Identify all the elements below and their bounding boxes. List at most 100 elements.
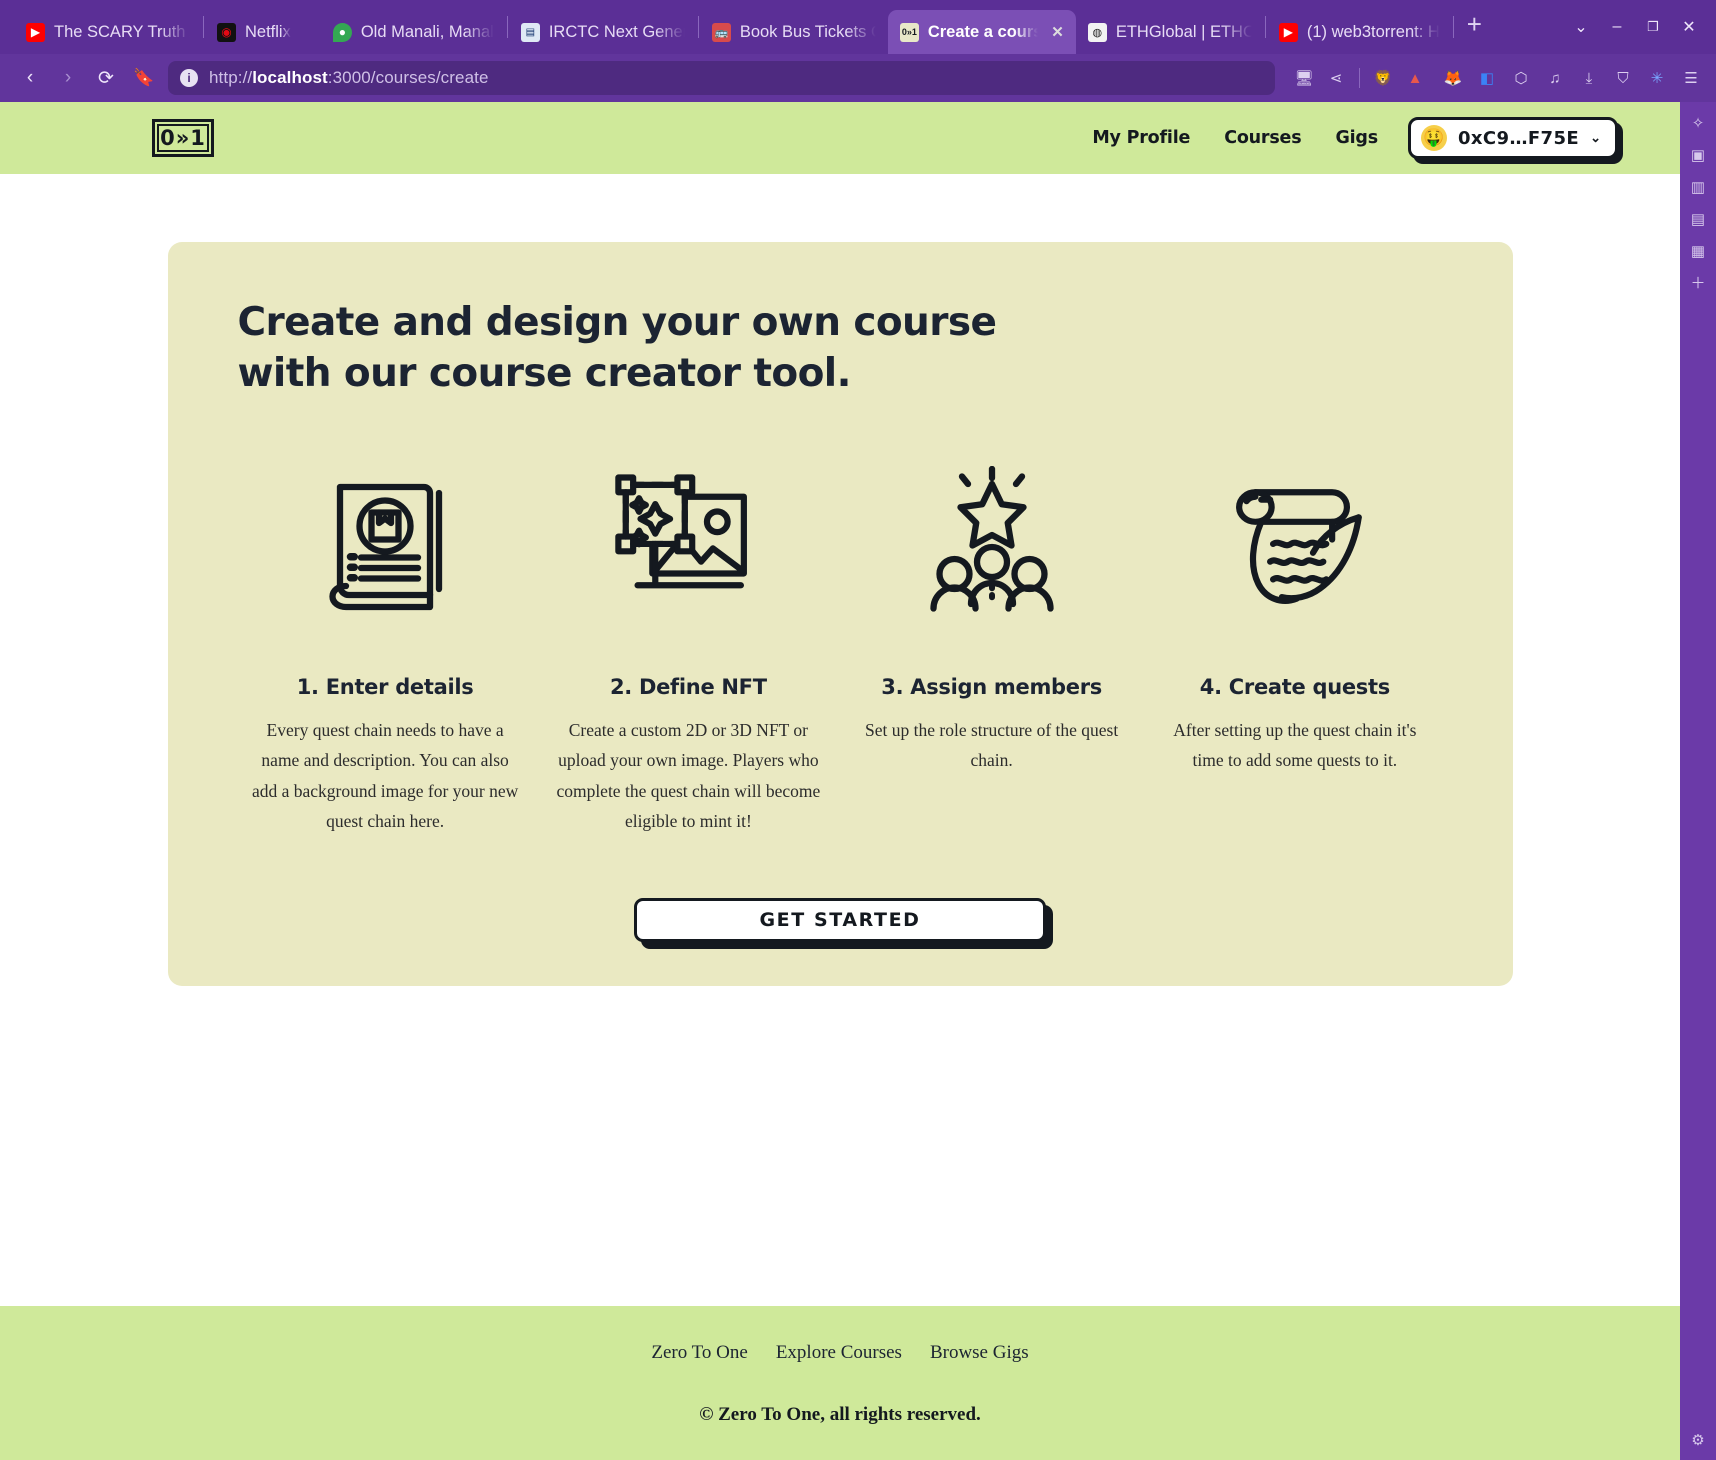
footer-link-explore-courses[interactable]: Explore Courses — [776, 1342, 902, 1364]
page-title-line2: with our course creator tool. — [237, 350, 852, 396]
tab-title: Book Bus Tickets O — [739, 22, 876, 41]
share-icon[interactable]: ⋖ — [1323, 65, 1349, 91]
back-button[interactable]: ‹ — [16, 64, 44, 92]
new-tab-button[interactable]: + — [1455, 11, 1494, 43]
keplr-icon[interactable]: ◧ — [1474, 65, 1500, 91]
browser-tab-active[interactable]: 0»1 Create a course ✕ — [887, 10, 1076, 54]
footer-link-zero-to-one[interactable]: Zero To One — [651, 1342, 747, 1364]
netflix-icon: ◉ — [217, 22, 236, 42]
settings-gear-icon[interactable]: ⚙ — [1691, 1433, 1704, 1448]
cast-icon[interactable]: 🖥 — [1291, 65, 1317, 91]
tab-title: Old Manali, Manal — [360, 22, 494, 41]
nav-link-courses[interactable]: Courses — [1224, 128, 1301, 148]
page-title-line1: Create and design your own course — [237, 300, 997, 345]
screen-root: ▶ The SCARY Truth A ◉ Netflix ● Old Mana… — [0, 0, 1716, 1460]
nav-link-my-profile[interactable]: My Profile — [1092, 128, 1190, 148]
bus-icon: 🚌 — [711, 22, 731, 42]
step-description: After setting up the quest chain it's ti… — [1173, 720, 1417, 771]
add-panel-icon[interactable]: ＋ — [1690, 276, 1705, 291]
footer-copyright: © Zero To One, all rights reserved. — [699, 1404, 981, 1425]
brave-leo-icon[interactable]: ▲ — [1402, 65, 1428, 91]
tab-search-chevron-icon[interactable]: ⌄ — [1564, 10, 1598, 44]
footer-link-browse-gigs[interactable]: Browse Gigs — [930, 1342, 1029, 1364]
web-page: 0»1 My Profile Courses Gigs 🤑 0xC9…F75E … — [0, 102, 1680, 1460]
minimize-button[interactable]: – — [1600, 10, 1634, 44]
tab-separator — [1264, 16, 1266, 38]
browser-tab[interactable]: ▶ (1) web3torrent: H — [1267, 10, 1452, 54]
download-icon[interactable]: ⤓ — [1576, 65, 1602, 91]
forward-button[interactable]: › — [54, 64, 82, 92]
browser-tab[interactable]: ▶ The SCARY Truth A — [14, 10, 202, 54]
brave-ai-icon[interactable]: ✧ — [1692, 116, 1705, 131]
site-navbar: 0»1 My Profile Courses Gigs 🤑 0xC9…F75E … — [0, 102, 1680, 174]
avatar: 🤑 — [1420, 125, 1447, 151]
extensions-group: 🦊 ◧ ⬡ ♫ ⤓ ⛉ ✳ ☰ — [1440, 65, 1704, 91]
tab-title: Netflix — [245, 22, 291, 41]
web3-icon[interactable]: ✳ — [1644, 65, 1670, 91]
reload-button[interactable]: ⟳ — [92, 64, 120, 92]
music-icon[interactable]: ♫ — [1542, 65, 1568, 91]
wallet-icon[interactable]: ▣ — [1691, 148, 1705, 163]
steps-row: 1. Enter details Every quest chain needs… — [234, 461, 1447, 835]
page-viewport: 0»1 My Profile Courses Gigs 🤑 0xC9…F75E … — [0, 102, 1716, 1460]
browser-tab[interactable]: ◉ Netflix — [205, 10, 303, 54]
reading-list-icon[interactable]: ▦ — [1691, 244, 1705, 259]
youtube-icon: ▶ — [1278, 22, 1298, 42]
main-content: Create and design your own course with o… — [0, 174, 1680, 1306]
tab-strip: ▶ The SCARY Truth A ◉ Netflix ● Old Mana… — [0, 0, 1716, 54]
browser-window: ▶ The SCARY Truth A ◉ Netflix ● Old Mana… — [0, 0, 1716, 1460]
browser-toolbar: 🖥 ⋖ 🦁 ▲ 🦊 ◧ ⬡ ♫ ⤓ ⛉ ✳ ☰ — [1291, 65, 1704, 91]
site-info-icon[interactable]: i — [180, 69, 198, 87]
browser-tab[interactable]: ● Old Manali, Manal — [321, 10, 506, 54]
step-description: Create a custom 2D or 3D NFT or upload y… — [556, 720, 821, 831]
brave-shield-icon[interactable]: 🦁 — [1370, 65, 1396, 91]
get-started-button[interactable]: GET STARTED — [634, 897, 1046, 942]
members-star-icon — [917, 461, 1067, 621]
step-title: 4. Create quests — [1199, 675, 1390, 700]
url-text: http://localhost:3000/courses/create — [209, 68, 489, 87]
address-field[interactable]: i http://localhost:3000/courses/create — [168, 61, 1275, 95]
close-tab-icon[interactable]: ✕ — [1051, 23, 1064, 41]
bookmark-icon[interactable]: 🔖 — [130, 64, 158, 92]
step-description: Every quest chain needs to have a name a… — [251, 720, 519, 831]
tab-separator — [203, 16, 204, 38]
step-title: 1. Enter details — [296, 675, 474, 700]
wallet-button[interactable]: 🤑 0xC9…F75E ⌄ — [1407, 117, 1618, 159]
browser-tab[interactable]: ▤ IRCTC Next Gener — [509, 10, 697, 54]
tab-separator — [1452, 16, 1454, 38]
step-item: 3. Assign members Set up the role struct… — [840, 461, 1143, 835]
archive-icon[interactable]: ▥ — [1691, 180, 1705, 195]
toolbar-divider — [1359, 68, 1360, 88]
step-title: 3. Assign members — [881, 675, 1102, 700]
zerotoone-icon: 0»1 — [899, 22, 919, 42]
browser-tab[interactable]: 🚌 Book Bus Tickets O — [700, 10, 888, 54]
tab-title: Create a course — [927, 22, 1039, 41]
maps-pin-icon: ● — [332, 22, 352, 42]
step-title: 2. Define NFT — [609, 675, 767, 700]
window-controls: ⌄ – ❐ ✕ — [1558, 10, 1716, 44]
menu-icon[interactable]: ☰ — [1678, 65, 1704, 91]
browser-tab[interactable]: ◍ ETHGlobal | ETHO — [1076, 10, 1264, 54]
step-item: 1. Enter details Every quest chain needs… — [234, 461, 537, 835]
tab-separator — [697, 16, 699, 38]
nft-design-icon — [611, 461, 766, 621]
tab-list: ▶ The SCARY Truth A ◉ Netflix ● Old Mana… — [14, 0, 1558, 54]
metamask-icon[interactable]: 🦊 — [1440, 65, 1466, 91]
navbar-links: My Profile Courses Gigs — [1092, 128, 1378, 148]
maximize-button[interactable]: ❐ — [1636, 10, 1670, 44]
step-item: 2. Define NFT Create a custom 2D or 3D N… — [537, 461, 840, 835]
wallet-address: 0xC9…F75E — [1457, 127, 1580, 149]
ethglobal-icon: ◍ — [1087, 22, 1107, 42]
tab-title: The SCARY Truth A — [54, 22, 190, 41]
tab-title: (1) web3torrent: H — [1306, 22, 1440, 41]
site-logo[interactable]: 0»1 — [152, 119, 214, 157]
close-window-button[interactable]: ✕ — [1672, 10, 1706, 44]
youtube-icon: ▶ — [26, 22, 45, 42]
page-title: Create and design your own course with o… — [238, 298, 1447, 399]
url-bar: ‹ › ⟳ 🔖 i http://localhost:3000/courses/… — [0, 54, 1716, 102]
nav-link-gigs[interactable]: Gigs — [1335, 128, 1378, 148]
bookmarks-icon[interactable]: ▤ — [1691, 212, 1705, 227]
step-description: Set up the role structure of the quest c… — [865, 720, 1119, 771]
rabby-icon[interactable]: ⛉ — [1610, 65, 1636, 91]
phantom-icon[interactable]: ⬡ — [1508, 65, 1534, 91]
